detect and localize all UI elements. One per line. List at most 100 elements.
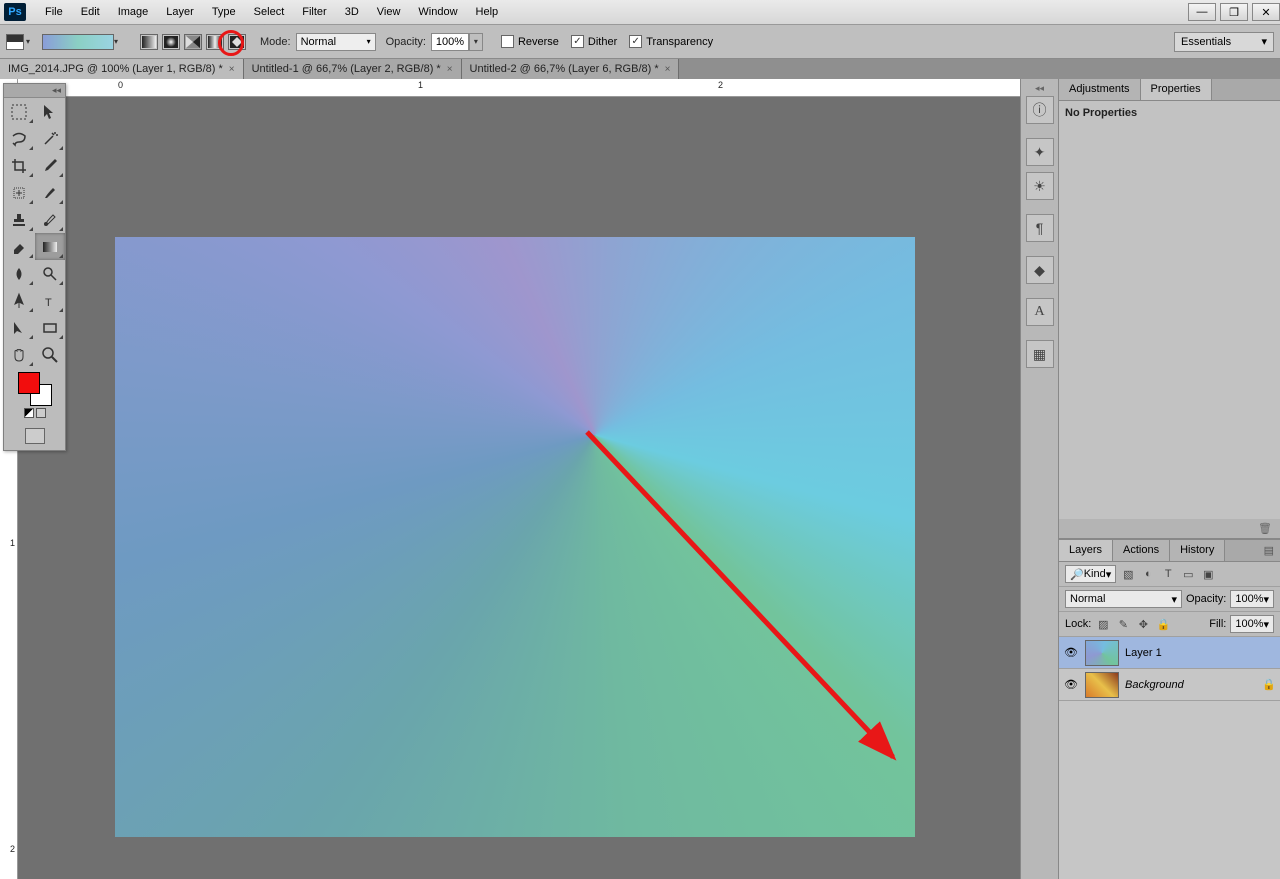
lasso-tool[interactable] <box>4 125 35 152</box>
path-select-tool[interactable] <box>4 314 35 341</box>
tool-preset-dropdown[interactable]: ▾ <box>26 37 36 46</box>
gradient-reflected-button[interactable] <box>206 34 224 50</box>
layer-row-1[interactable]: 👁 Background 🔒 <box>1059 669 1280 701</box>
tool-palette[interactable]: ◂◂ T <box>3 83 66 451</box>
zoom-tool[interactable] <box>35 341 66 368</box>
default-colors-icon[interactable] <box>24 408 34 418</box>
filter-shape-icon[interactable]: ▭ <box>1180 566 1196 582</box>
document-tab-2[interactable]: Untitled-2 @ 66,7% (Layer 6, RGB/8) *× <box>462 59 680 79</box>
menu-filter[interactable]: Filter <box>293 2 335 22</box>
document-canvas[interactable] <box>115 237 915 837</box>
blur-tool[interactable] <box>4 260 35 287</box>
lock-position-icon[interactable]: ✥ <box>1135 616 1151 632</box>
panel-menu-icon[interactable]: ▤ <box>1258 540 1280 561</box>
close-button[interactable]: ✕ <box>1252 3 1280 21</box>
gradient-preview[interactable] <box>42 34 114 50</box>
workspace-select[interactable]: Essentials▾ <box>1174 32 1274 52</box>
filter-adjust-icon[interactable]: ◐ <box>1140 566 1156 582</box>
brush-tool[interactable] <box>35 179 66 206</box>
trash-icon[interactable]: 🗑 <box>1258 522 1272 535</box>
character-panel-icon[interactable]: A <box>1026 298 1054 326</box>
close-icon[interactable]: × <box>665 64 671 75</box>
crop-tool[interactable] <box>4 152 35 179</box>
lock-all-icon[interactable]: 🔒 <box>1155 616 1171 632</box>
gradient-radial-button[interactable] <box>162 34 180 50</box>
menu-image[interactable]: Image <box>109 2 158 22</box>
type-tool[interactable]: T <box>35 287 66 314</box>
menu-window[interactable]: Window <box>409 2 466 22</box>
tab-actions[interactable]: Actions <box>1113 540 1170 561</box>
swatches-panel-icon[interactable]: ▦ <box>1026 340 1054 368</box>
stamp-tool[interactable] <box>4 206 35 233</box>
filter-type-icon[interactable]: T <box>1160 566 1176 582</box>
dither-checkbox[interactable]: ✓Dither <box>571 35 617 48</box>
gradient-picker-dropdown[interactable]: ▾ <box>114 37 124 46</box>
history-brush-tool[interactable] <box>35 206 66 233</box>
menu-type[interactable]: Type <box>203 2 245 22</box>
paragraph-panel-icon[interactable]: ¶ <box>1026 214 1054 242</box>
quick-mask-button[interactable] <box>25 428 45 444</box>
restore-button[interactable]: ❐ <box>1220 3 1248 21</box>
reverse-checkbox[interactable]: Reverse <box>501 35 559 48</box>
gradient-tool[interactable] <box>35 233 66 260</box>
pen-tool[interactable] <box>4 287 35 314</box>
magic-wand-tool[interactable] <box>35 125 66 152</box>
tab-layers[interactable]: Layers <box>1059 540 1113 561</box>
layer-thumbnail[interactable] <box>1085 640 1119 666</box>
hand-tool[interactable] <box>4 341 35 368</box>
right-panels: Adjustments Properties No Properties 🗑 L… <box>1058 79 1280 879</box>
layer-name[interactable]: Background <box>1125 679 1256 691</box>
eyedropper-tool[interactable] <box>35 152 66 179</box>
menu-view[interactable]: View <box>368 2 410 22</box>
layer-filter-select[interactable]: 🔎 Kind ▾ <box>1065 565 1116 583</box>
layer-row-0[interactable]: 👁 Layer 1 <box>1059 637 1280 669</box>
visibility-icon[interactable]: 👁 <box>1063 677 1079 693</box>
eraser-tool[interactable] <box>4 233 35 260</box>
menu-select[interactable]: Select <box>245 2 294 22</box>
adjustments-icon[interactable]: ☀ <box>1026 172 1054 200</box>
foreground-color[interactable] <box>18 372 40 394</box>
canvas-area[interactable]: 0 1 2 <box>18 79 1020 879</box>
tab-history[interactable]: History <box>1170 540 1225 561</box>
dodge-tool[interactable] <box>35 260 66 287</box>
menu-edit[interactable]: Edit <box>72 2 109 22</box>
tool-preset-icon[interactable] <box>6 34 24 50</box>
filter-pixel-icon[interactable]: ▧ <box>1120 566 1136 582</box>
opacity-dropdown[interactable]: ▾ <box>469 33 483 51</box>
close-icon[interactable]: × <box>229 64 235 75</box>
gradient-diamond-button[interactable] <box>228 34 246 50</box>
visibility-icon[interactable]: 👁 <box>1063 645 1079 661</box>
info-panel-icon[interactable]: ⓘ <box>1026 96 1054 124</box>
layer-thumbnail[interactable] <box>1085 672 1119 698</box>
gradient-angle-button[interactable] <box>184 34 202 50</box>
menu-file[interactable]: File <box>36 2 72 22</box>
palette-collapse-icon[interactable]: ◂◂ <box>4 84 65 98</box>
filter-smart-icon[interactable]: ▣ <box>1200 566 1216 582</box>
shape-tool[interactable] <box>35 314 66 341</box>
minimize-button[interactable]: — <box>1188 3 1216 21</box>
healing-tool[interactable] <box>4 179 35 206</box>
brush-panel-icon[interactable]: ✦ <box>1026 138 1054 166</box>
layer-name[interactable]: Layer 1 <box>1125 647 1276 659</box>
tab-properties[interactable]: Properties <box>1141 79 1212 100</box>
lock-transparent-icon[interactable]: ▨ <box>1095 616 1111 632</box>
tab-adjustments[interactable]: Adjustments <box>1059 79 1141 100</box>
close-icon[interactable]: × <box>447 64 453 75</box>
styles-panel-icon[interactable]: ◆ <box>1026 256 1054 284</box>
gradient-linear-button[interactable] <box>140 34 158 50</box>
opacity-input[interactable]: 100% <box>431 33 469 51</box>
fill-input[interactable]: 100% ▾ <box>1230 615 1274 633</box>
menu-3d[interactable]: 3D <box>336 2 368 22</box>
marquee-tool[interactable] <box>4 98 35 125</box>
mode-select[interactable]: Normal▾ <box>296 33 376 51</box>
layer-opacity-input[interactable]: 100% ▾ <box>1230 590 1274 608</box>
blend-mode-select[interactable]: Normal▾ <box>1065 590 1182 608</box>
lock-pixels-icon[interactable]: ✎ <box>1115 616 1131 632</box>
document-tab-1[interactable]: Untitled-1 @ 66,7% (Layer 2, RGB/8) *× <box>244 59 462 79</box>
move-tool[interactable] <box>35 98 66 125</box>
transparency-checkbox[interactable]: ✓Transparency <box>629 35 713 48</box>
swap-colors-icon[interactable] <box>36 408 46 418</box>
menu-help[interactable]: Help <box>467 2 508 22</box>
menu-layer[interactable]: Layer <box>157 2 203 22</box>
document-tab-0[interactable]: IMG_2014.JPG @ 100% (Layer 1, RGB/8) *× <box>0 59 244 79</box>
